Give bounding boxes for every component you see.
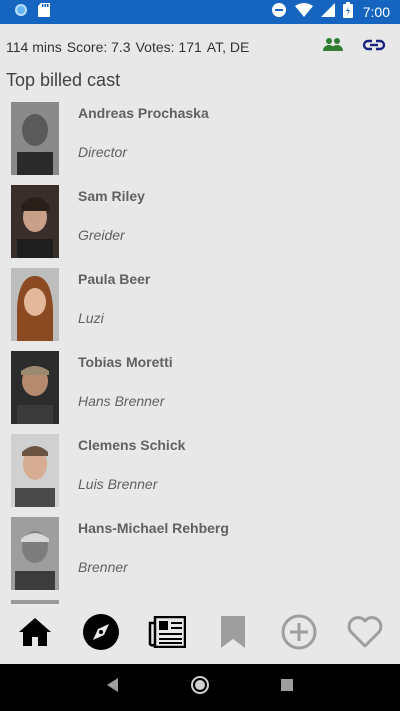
actor-name: Clemens Schick (78, 437, 186, 453)
home-icon (18, 617, 52, 652)
character-name: Luis Brenner (78, 476, 158, 492)
status-right: 7:00 (271, 2, 390, 22)
character-name: Hans Brenner (78, 393, 165, 409)
notification-circle-icon (14, 3, 28, 22)
bookmark-icon (220, 615, 246, 654)
actor-name: Sam Riley (78, 188, 145, 204)
character-name: Greider (78, 227, 125, 243)
sd-card-icon (38, 2, 50, 22)
movie-info-row: 114 mins Score: 7.3 Votes: 171 AT, DE (0, 24, 400, 70)
actor-photo (11, 351, 59, 424)
people-icon[interactable] (322, 37, 344, 58)
actor-photo (11, 268, 59, 341)
character-name: Director (78, 144, 128, 160)
status-left (14, 2, 50, 22)
actor-name: Paula Beer (78, 271, 151, 287)
status-time: 7:00 (362, 4, 390, 20)
back-icon (106, 677, 120, 698)
nav-home-button[interactable] (10, 609, 60, 659)
actor-name: Tobias Moretti (78, 354, 173, 370)
nav-news-button[interactable] (142, 609, 192, 659)
nav-explore-button[interactable] (76, 609, 126, 659)
dnd-icon (271, 2, 287, 22)
battery-icon (342, 2, 353, 22)
cast-list[interactable]: Andreas Prochaska Director Sam Riley Gre… (0, 100, 400, 604)
wifi-icon (294, 3, 313, 21)
system-home-button[interactable] (180, 668, 220, 708)
score-text: Score: 7.3 (66, 39, 131, 55)
movie-stats: 114 mins Score: 7.3 Votes: 171 AT, DE (6, 39, 249, 55)
recents-icon (280, 678, 294, 697)
system-back-button[interactable] (93, 668, 133, 708)
signal-icon (320, 3, 335, 21)
actor-photo (11, 102, 59, 175)
cast-item[interactable]: Andreas Prochaska Director (0, 100, 400, 183)
character-name: Luzi (78, 310, 104, 326)
system-navigation-bar (0, 664, 400, 711)
actor-name: Hans-Michael Rehberg (78, 520, 229, 536)
system-recents-button[interactable] (267, 668, 307, 708)
favorite-icon (347, 615, 383, 653)
explore-icon (82, 613, 120, 656)
bottom-navigation (0, 604, 400, 664)
link-icon[interactable] (362, 38, 386, 57)
cast-item[interactable]: Sam Riley Greider (0, 183, 400, 266)
actor-name: Andreas Prochaska (78, 105, 209, 121)
info-actions (322, 37, 394, 58)
section-title: Top billed cast (6, 70, 121, 90)
cast-item[interactable]: Clemens Schick Luis Brenner (0, 432, 400, 515)
status-bar: 7:00 (0, 0, 400, 24)
nav-favorite-button[interactable] (340, 609, 390, 659)
actor-photo (11, 434, 59, 507)
cast-item[interactable]: Tobias Moretti Hans Brenner (0, 349, 400, 432)
cast-item[interactable]: Paula Beer Luzi (0, 266, 400, 349)
news-icon (148, 615, 187, 653)
nav-add-button[interactable] (274, 609, 324, 659)
countries-text: AT, DE (206, 39, 250, 55)
character-name: Brenner (78, 559, 128, 575)
cast-item[interactable]: Hans-Michael Rehberg Brenner (0, 515, 400, 598)
actor-photo (11, 185, 59, 258)
votes-text: Votes: 171 (135, 39, 202, 55)
nav-bookmark-button[interactable] (208, 609, 258, 659)
runtime-text: 114 mins (6, 39, 62, 55)
add-icon (281, 614, 317, 655)
actor-photo (11, 517, 59, 590)
home-circle-icon (190, 675, 210, 700)
